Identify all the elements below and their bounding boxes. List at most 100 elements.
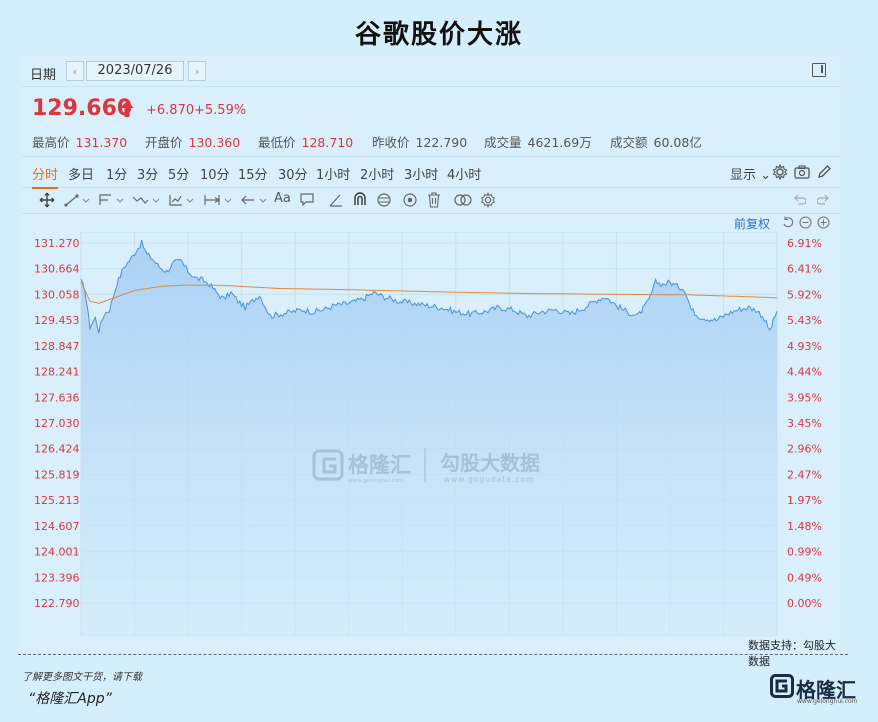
gelonghui-logo-icon [770,674,794,698]
y-tick-label: 130.058 [34,288,80,301]
zoom-out-icon[interactable] [799,216,812,229]
tab-timeframe-9[interactable]: 2小时 [360,164,394,183]
sidebar-toggle-icon[interactable] [812,63,826,77]
display-dropdown[interactable]: 显示 ⌄ [730,164,771,183]
watermark-data-brand: 勾股大数据 [440,451,540,475]
fib-tool-icon[interactable] [168,193,196,207]
next-date-button[interactable]: › [188,61,206,81]
zoom-in-icon[interactable] [817,216,830,229]
y2-tick-label: 2.47% [787,468,822,481]
measure-tool-icon[interactable] [204,193,234,207]
tool-settings-icon[interactable] [480,192,496,208]
y-axis-percent: 6.91% 6.41% 5.92% 5.43% 4.93% 4.44% 3.95% 3.45%… [787,237,822,610]
y-tick-label: 126.424 [34,443,80,456]
wave-tool-icon[interactable] [132,193,162,207]
y2-tick-label: 0.99% [787,546,822,559]
y2-tick-label: 3.45% [787,417,822,430]
trash-icon[interactable] [427,192,441,208]
y2-tick-label: 5.92% [787,288,822,301]
undo-icon[interactable] [792,193,806,207]
price-change-pct: +5.59% [194,103,247,118]
footer-note: 了解更多图文干货，请下载 [22,672,142,683]
arrow-tool-icon[interactable] [240,193,270,207]
date-row: 日期 ‹ 2023/07/26 › [22,56,840,87]
lock-drawing-icon[interactable] [376,192,392,208]
y2-tick-label: 2.96% [787,443,822,456]
pen-icon[interactable] [817,164,832,179]
tab-timeframe-7[interactable]: 30分 [278,164,308,183]
compare-icon[interactable] [454,193,472,207]
price-chart[interactable]: 131.270 130.664 130.058 129.453 128.847 128.2… [22,232,840,636]
tab-timeframe-11[interactable]: 4小时 [447,164,481,183]
y-tick-label: 124.001 [34,546,80,559]
price-area [81,240,777,636]
footer-app-name: “格隆汇App” [28,691,112,707]
watermark-data-url: www.gogudata.com [444,475,534,484]
up-arrow-icon [120,101,134,117]
y-tick-label: 124.607 [34,520,80,533]
y-tick-label: 125.819 [34,468,80,481]
y-tick-label: 131.270 [34,237,80,250]
tab-timeframe-2[interactable]: 1分 [106,164,127,183]
current-price: 129.660 [32,96,133,121]
date-picker[interactable]: 2023/07/26 [86,61,184,81]
move-icon[interactable] [39,192,55,208]
page-title: 谷歌股价大涨 [354,20,523,50]
stat-prev-close: 昨收价 122.790 [372,135,468,150]
y-tick-label: 127.030 [34,417,80,430]
visibility-icon[interactable] [402,192,418,208]
tab-timeframe-6[interactable]: 15分 [238,164,268,183]
y2-tick-label: 3.95% [787,391,822,404]
y2-tick-label: 0.00% [787,597,822,610]
settings-icon[interactable] [772,164,788,180]
y-tick-label: 130.664 [34,263,80,276]
y-tick-label: 123.396 [34,571,80,584]
reset-zoom-icon[interactable] [782,216,795,229]
y-tick-label: 125.213 [34,494,80,507]
stat-high: 最高价 131.370 [32,135,128,150]
timeframe-tabs: 分时 多日 1分 3分 5分 10分 15分 30分 1小时 2小时 3小时 4… [22,156,840,189]
date-label: 日期 [30,68,57,83]
y-tick-label: 128.847 [34,340,80,353]
drawing-toolbar: Aa [22,187,840,214]
tab-timeframe-8[interactable]: 1小时 [316,164,350,183]
text-tool-icon[interactable]: Aa [274,191,291,206]
comment-icon[interactable] [300,193,314,207]
y2-tick-label: 5.43% [787,314,822,327]
tab-timeframe-1[interactable]: 多日 [68,164,94,183]
camera-icon[interactable] [794,165,810,179]
data-source: 数据支持：勾股大数据 [748,639,836,668]
footer-logo-url: www.gelonghui.com [797,698,858,705]
angle-tool-icon[interactable] [329,193,343,207]
watermark-brand: 格隆汇 [348,453,411,477]
prev-date-button[interactable]: ‹ [66,61,84,81]
y2-tick-label: 0.49% [787,571,822,584]
footer-divider [18,654,848,655]
y-tick-label: 128.241 [34,366,80,379]
tab-timeframe-10[interactable]: 3小时 [404,164,438,183]
y2-tick-label: 6.91% [787,237,822,250]
stat-low: 最低价 128.710 [258,135,354,150]
stat-volume: 成交量 4621.69万 [484,135,592,150]
y2-tick-label: 1.97% [787,494,822,507]
quote-panel: 日期 ‹ 2023/07/26 › 129.660 +6.870 +5.59% … [22,56,840,668]
watermark-brand-url: www.gelonghui.com [348,478,403,484]
y-tick-label: 129.453 [34,314,80,327]
y2-tick-label: 4.44% [787,366,822,379]
channel-tool-icon[interactable] [98,193,126,207]
y2-tick-label: 4.93% [787,340,822,353]
tab-timeframe-5[interactable]: 10分 [200,164,230,183]
tab-timeframe-4[interactable]: 5分 [168,164,189,183]
tab-timeframe-3[interactable]: 3分 [137,164,158,183]
redo-icon[interactable] [817,193,831,207]
y-tick-label: 127.636 [34,391,80,404]
y2-tick-label: 6.41% [787,263,822,276]
y2-tick-label: 1.48% [787,520,822,533]
y-tick-label: 122.790 [34,597,80,610]
adjust-mode-button[interactable]: 前复权 [734,215,770,232]
magnet-icon[interactable] [353,192,367,206]
line-tool-icon[interactable] [64,193,92,207]
y-axis-price: 131.270 130.664 130.058 129.453 128.847 128.2… [34,237,80,610]
tab-timeframe-0[interactable]: 分时 [32,164,59,189]
stat-turnover: 成交额 60.08亿 [610,135,702,150]
